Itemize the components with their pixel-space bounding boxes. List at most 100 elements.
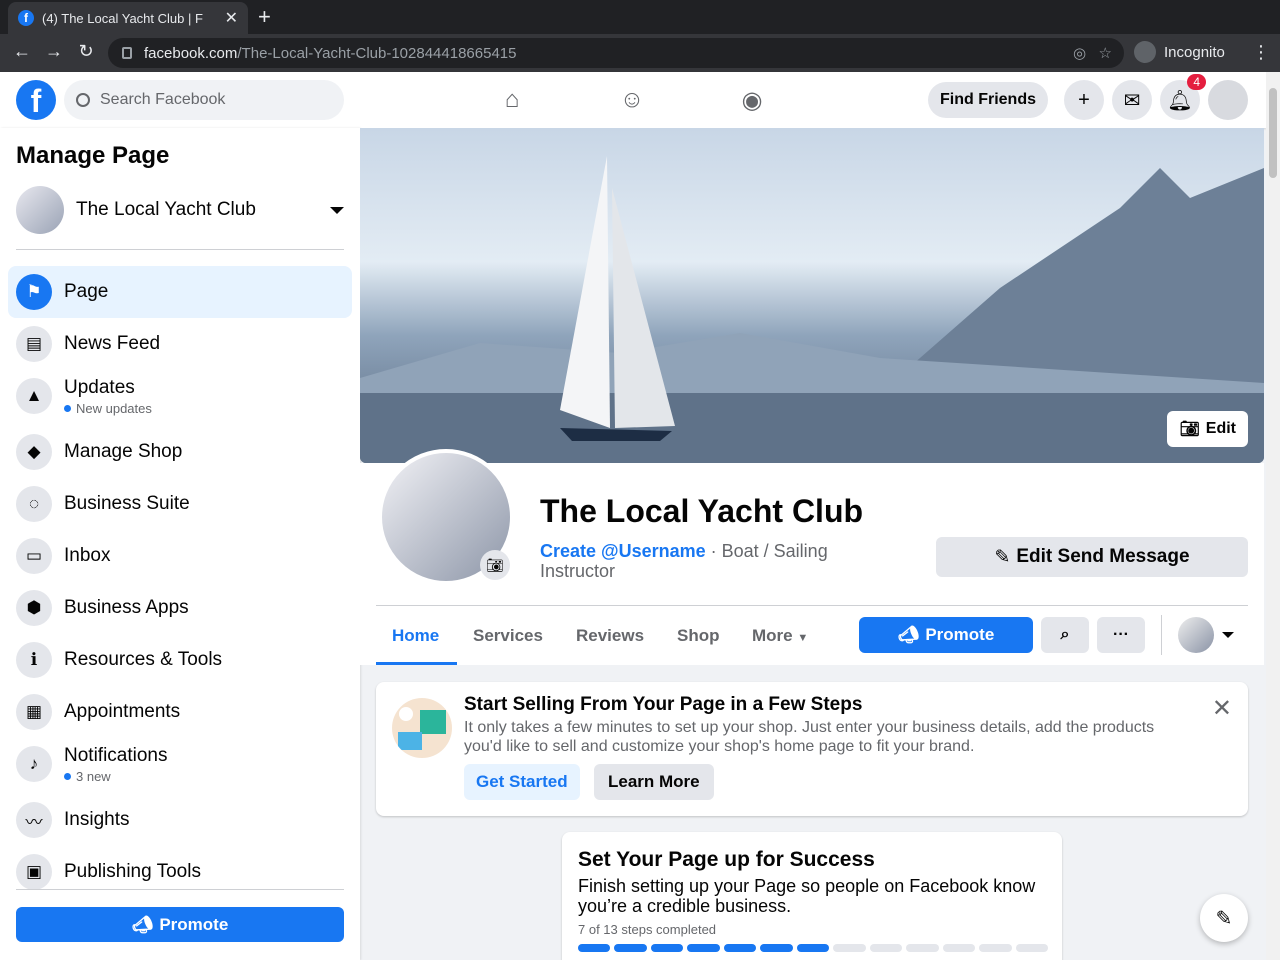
url-path: /The-Local-Yacht-Club-102844418665415 (237, 44, 517, 62)
newsfeed-icon: ▤ (16, 326, 52, 362)
sidebar-item-manage-shop[interactable]: ◆ Manage Shop (8, 426, 352, 478)
tab-more[interactable]: More ▼ (752, 626, 808, 646)
account-avatar[interactable] (1208, 80, 1248, 120)
sidebar-item-resources-tools[interactable]: ℹ Resources & Tools (8, 634, 352, 686)
sidebar-item-inbox[interactable]: ▭ Inbox (8, 530, 352, 582)
page-switcher[interactable]: The Local Yacht Club (16, 186, 344, 234)
divider (16, 889, 344, 890)
forward-icon[interactable]: → (42, 41, 66, 62)
notification-badge: 4 (1187, 74, 1206, 90)
address-bar: ← → ↻ facebook.com/The-Local-Yacht-Club-… (0, 34, 1280, 72)
progress-segment (578, 944, 611, 952)
more-options-button[interactable]: ··· (1097, 617, 1145, 653)
sidebar-item-news-feed[interactable]: ▤ News Feed (8, 318, 352, 370)
friends-icon[interactable]: ☺ (616, 84, 648, 116)
divider (1161, 615, 1162, 655)
camera-icon[interactable]: 📷︎ (480, 550, 510, 580)
learn-more-button[interactable]: Learn More (594, 764, 714, 800)
sidebar-item-business-apps[interactable]: ⬢ Business Apps (8, 582, 352, 634)
progress-segment (723, 944, 757, 952)
tab-home[interactable]: Home (392, 626, 439, 646)
progress-segment (760, 944, 793, 952)
create-plus-icon[interactable]: + (1064, 80, 1104, 120)
scrollbar[interactable] (1266, 72, 1280, 960)
promote-button[interactable]: 📣︎ Promote (859, 617, 1033, 653)
search-input[interactable]: Search Facebook (64, 80, 344, 120)
search-icon: ⌕ (1060, 626, 1070, 643)
find-friends-button[interactable]: Find Friends (928, 82, 1048, 118)
browser-tab[interactable]: f (4) The Local Yacht Club | F ✕ (8, 2, 248, 34)
voice-switcher-avatar[interactable] (1178, 617, 1214, 653)
sidebar-item-page[interactable]: ⚑ Page (8, 266, 352, 318)
sidebar-item-notifications[interactable]: ♪ Notifications 3 new (8, 738, 352, 790)
get-started-button[interactable]: Get Started (464, 764, 580, 800)
groups-icon[interactable]: ◉ (736, 84, 768, 116)
megaphone-icon: 📣︎ (897, 625, 920, 644)
sidebar-item-business-suite[interactable]: ◌ Business Suite (8, 478, 352, 530)
unread-dot (64, 772, 71, 780)
success-description: Finish setting up your Page so people on… (578, 876, 1036, 916)
close-icon[interactable]: ✕ (1212, 694, 1232, 723)
sidebar-item-label: Updates (64, 376, 135, 398)
tab-shop[interactable]: Shop (677, 626, 720, 646)
unread-dot (64, 404, 71, 412)
star-icon[interactable]: ☆ (1099, 45, 1112, 62)
sidebar-item-publishing-tools[interactable]: ▣ Publishing Tools (8, 846, 352, 898)
bell-icon: ♪ (16, 746, 52, 782)
sidebar-item-label: Resources & Tools (64, 649, 223, 670)
sidebar-item-updates[interactable]: ▲ Updates New updates (8, 370, 352, 422)
sidebar-item-label: Publishing Tools (64, 861, 201, 882)
ellipsis-icon: ··· (1113, 626, 1129, 643)
page-switcher-name: The Local Yacht Club (76, 199, 256, 220)
insights-icon: 〰 (16, 802, 52, 838)
sidebar-item-appointments[interactable]: ▦ Appointments (8, 686, 352, 738)
progress-segment (1015, 944, 1049, 952)
page-avatar (16, 186, 64, 234)
facebook-favicon-icon: f (18, 10, 34, 26)
search-page-button[interactable]: ⌕ (1041, 617, 1089, 653)
pencil-icon: ✎ (994, 546, 1011, 568)
page-meta: Create @Username · Boat / Sailing Instru… (540, 541, 880, 581)
browser-menu-icon[interactable]: ⋮ (1252, 42, 1270, 63)
facebook-topbar: f Search Facebook ⌂ ☺ ◉ Find Friends + ✉… (0, 72, 1266, 128)
sidebar-item-label: Inbox (64, 545, 111, 566)
sidebar-title: Manage Page (16, 142, 170, 169)
cover-photo: 📷︎ Edit (360, 128, 1264, 463)
facebook-logo-icon[interactable]: f (16, 80, 56, 120)
progress-segment (906, 944, 939, 952)
sidebar-item-label: Business Suite (64, 493, 190, 514)
start-selling-card: Start Selling From Your Page in a Few St… (376, 682, 1248, 816)
caret-down-icon[interactable] (1222, 632, 1234, 638)
url-field[interactable]: facebook.com/The-Local-Yacht-Club-102844… (108, 38, 1124, 68)
edit-cover-button[interactable]: 📷︎ Edit (1167, 411, 1248, 447)
sidebar-item-label: Notifications (64, 744, 168, 766)
scrollbar-thumb[interactable] (1269, 88, 1277, 178)
back-icon[interactable]: ← (10, 41, 34, 62)
sidebar-item-insights[interactable]: 〰 Insights (8, 794, 352, 846)
tab-services[interactable]: Services (473, 626, 543, 646)
notifications-bell-icon[interactable]: 🔔︎ 4 (1160, 74, 1206, 120)
home-icon[interactable]: ⌂ (496, 84, 528, 116)
reload-icon[interactable]: ↻ (74, 41, 98, 62)
search-icon (76, 93, 90, 107)
tab-title: (4) The Local Yacht Club | F (42, 10, 203, 26)
cube-icon: ⬢ (16, 590, 52, 626)
new-message-compose-icon[interactable]: ✎ (1200, 894, 1248, 942)
incognito-indicator[interactable]: Incognito (1134, 41, 1225, 63)
progress-segment (650, 944, 684, 952)
sidebar-item-label: Page (64, 281, 109, 302)
create-username-link[interactable]: Create @Username (540, 541, 706, 561)
eye-off-icon[interactable]: ◎ (1073, 45, 1086, 62)
close-tab-icon[interactable]: ✕ (225, 8, 238, 28)
sidebar-promote-button[interactable]: 📣︎ Promote (16, 907, 344, 942)
browser-tabbar: f (4) The Local Yacht Club | F ✕ + (0, 0, 1280, 34)
camera-icon: 📷︎ (1179, 421, 1200, 438)
sidebar-item-label: Insights (64, 809, 130, 830)
incognito-icon (1134, 41, 1156, 63)
flag-icon: ⚑ (16, 274, 52, 310)
messenger-icon[interactable]: ✉ (1112, 80, 1152, 120)
new-tab-icon[interactable]: + (258, 4, 271, 30)
manage-page-sidebar: Manage Page The Local Yacht Club ⚑ Page … (0, 128, 360, 960)
tab-reviews[interactable]: Reviews (576, 626, 644, 646)
edit-send-message-button[interactable]: ✎ Edit Send Message (936, 537, 1248, 577)
